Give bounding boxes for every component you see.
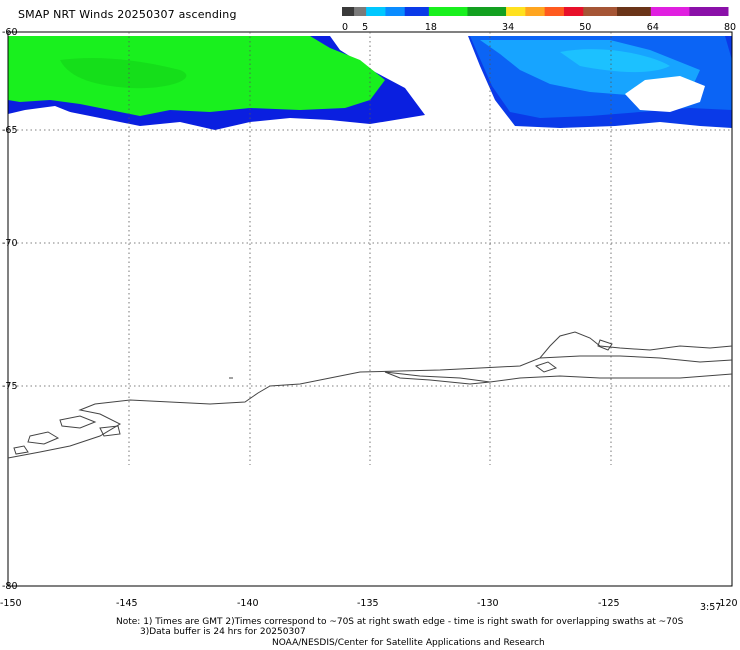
colorbar-segment: [583, 7, 618, 16]
note-line-3: NOAA/NESDIS/Center for Satellite Applica…: [272, 638, 545, 648]
lon-label: -145: [116, 598, 138, 609]
colorbar-segment: [404, 7, 430, 16]
colorbar-segment: [342, 7, 355, 16]
lat-label: -60: [2, 27, 18, 38]
wind-swath-west: [8, 36, 425, 130]
lon-label: -140: [237, 598, 259, 609]
time-label: 3:57: [700, 602, 721, 613]
colorbar-segment: [506, 7, 526, 16]
colorbar-segment: [689, 7, 729, 16]
colorbar-segment: [563, 7, 584, 16]
lat-label: -70: [2, 238, 18, 249]
colorbar-segment: [385, 7, 406, 16]
lon-label: -135: [357, 598, 379, 609]
colorbar-segment: [617, 7, 652, 16]
colorbar-segment: [525, 7, 546, 16]
colorbar-tick-label: 64: [647, 22, 659, 33]
lat-label: -75: [2, 381, 18, 392]
colorbar-segment: [544, 7, 565, 16]
note-line-1: Note: 1) Times are GMT 2)Times correspon…: [116, 617, 684, 627]
colorbar-segment: [428, 7, 468, 16]
lat-label: -65: [2, 125, 18, 136]
coastline: [7, 331, 733, 459]
lon-label: -130: [477, 598, 499, 609]
colorbar-tick-label: 80: [724, 22, 736, 33]
note-line-2: 3)Data buffer is 24 hrs for 20250307: [140, 627, 306, 637]
colorbar: 0 5 18 34 50 64 80: [342, 7, 736, 33]
lat-label: -80: [2, 581, 18, 592]
colorbar-segment: [467, 7, 507, 16]
wind-swath-east: [468, 36, 732, 128]
colorbar-tick-label: 5: [362, 22, 368, 33]
colorbar-tick-label: 0: [342, 22, 348, 33]
lon-labels: -150 -145 -140 -135 -130 -125 -120: [0, 598, 738, 609]
colorbar-tick-label: 34: [502, 22, 514, 33]
colorbar-tick-label: 18: [425, 22, 437, 33]
colorbar-segment: [354, 7, 367, 16]
colorbar-tick-label: 50: [579, 22, 591, 33]
colorbar-segment: [650, 7, 690, 16]
lon-label: -150: [0, 598, 22, 609]
colorbar-segment: [366, 7, 386, 16]
no-data-area: [9, 466, 731, 585]
wind-map: 0 5 18 34 50 64 80 -60 -65 -70 -75 -80 -…: [0, 7, 738, 613]
lon-label: -125: [598, 598, 620, 609]
